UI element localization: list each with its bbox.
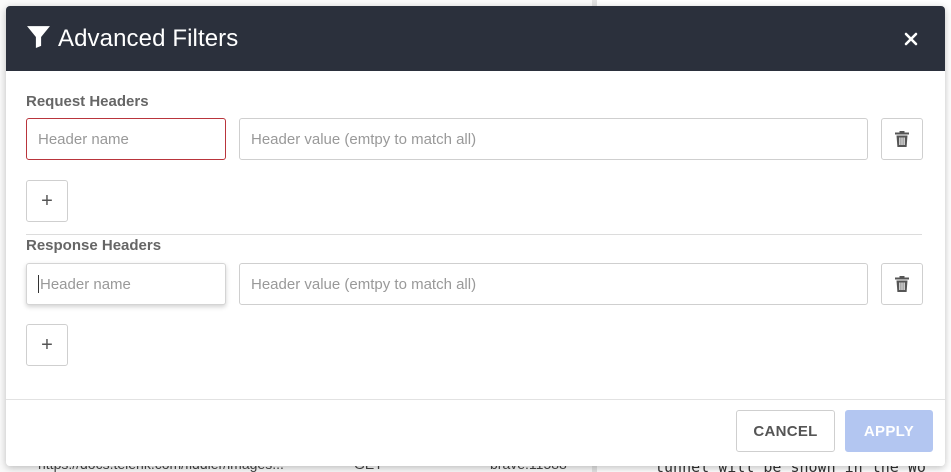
request-header-value-input[interactable]: Header value (emtpy to match all) (239, 118, 868, 160)
close-button[interactable] (899, 27, 923, 51)
filter-icon (26, 24, 58, 54)
trash-icon (895, 131, 909, 147)
response-headers-label: Response Headers (26, 237, 162, 254)
dialog-title: Advanced Filters (58, 24, 239, 52)
request-header-delete-button[interactable] (881, 118, 923, 160)
apply-button[interactable]: APPLY (845, 410, 933, 452)
request-header-name-input[interactable]: Header name (26, 118, 226, 160)
response-header-value-placeholder: Header value (emtpy to match all) (251, 275, 477, 293)
cancel-button[interactable]: CANCEL (736, 410, 835, 452)
plus-icon: + (41, 334, 53, 356)
response-header-delete-button[interactable] (881, 263, 923, 305)
request-header-value-placeholder: Header value (emtpy to match all) (251, 130, 477, 148)
advanced-filters-dialog: Advanced Filters Request Headers Header … (6, 6, 945, 466)
add-request-header-button[interactable]: + (26, 180, 68, 222)
dialog-footer: CANCEL APPLY (6, 399, 945, 466)
trash-icon (895, 276, 909, 292)
plus-icon: + (41, 190, 53, 212)
dialog-header: Advanced Filters (6, 6, 945, 71)
add-response-header-button[interactable]: + (26, 324, 68, 366)
request-headers-label: Request Headers (26, 93, 149, 110)
response-header-name-placeholder: Header name (40, 275, 131, 293)
response-header-value-input[interactable]: Header value (emtpy to match all) (239, 263, 868, 305)
text-caret (38, 275, 39, 293)
section-divider (26, 234, 922, 235)
response-header-name-input[interactable]: Header name (26, 263, 226, 305)
close-icon (904, 32, 918, 45)
request-header-name-placeholder: Header name (38, 130, 129, 148)
